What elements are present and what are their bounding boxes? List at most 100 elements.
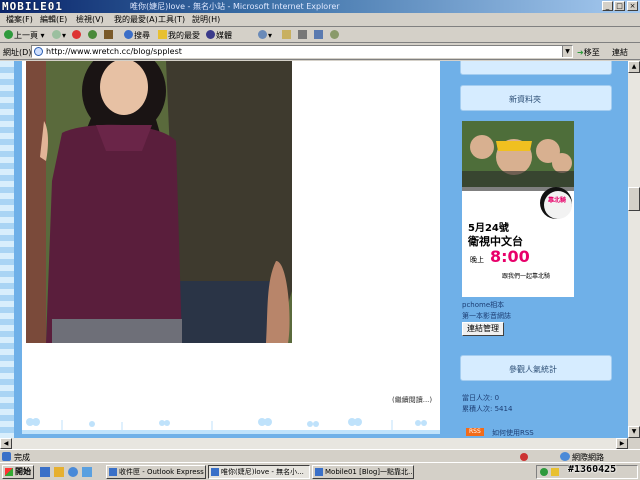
rss-help-link[interactable]: 如何使用RSS — [492, 428, 534, 438]
popup-blocked-icon — [520, 453, 528, 461]
sidebar-header-top — [460, 61, 612, 75]
mail-icon — [282, 30, 291, 39]
promo-badge: 靠北騎 — [548, 197, 567, 204]
decorative-edge-strip — [0, 61, 14, 438]
visitor-stats-title: 參觀人氣統計 — [509, 365, 557, 374]
new-folder-title: 新資料夾 — [509, 95, 541, 104]
link-manage-button[interactable]: 連結管理 — [462, 322, 504, 336]
stop-icon — [72, 30, 81, 39]
quicklaunch-desktop-icon[interactable] — [40, 467, 50, 477]
refresh-button[interactable] — [88, 30, 98, 40]
quicklaunch-folder-icon[interactable] — [54, 467, 64, 477]
address-url: http://www.wretch.cc/blog/spplest — [46, 47, 182, 56]
start-button[interactable]: 開始 — [2, 465, 34, 479]
promo-time-prefix: 晚上 — [470, 256, 484, 264]
couple-photo-illustration — [26, 61, 292, 343]
forward-arrow-icon — [52, 30, 61, 39]
address-bar: 網址(D) http://www.wretch.cc/blog/spplest … — [0, 43, 640, 60]
tray-network-icon[interactable] — [540, 468, 548, 476]
tv-promo-banner[interactable]: 靠北騎 5月24號 衛視中文台 晚上 8:00 跟我們一起靠北騎 — [462, 121, 574, 297]
scroll-up-button[interactable]: ▲ — [628, 61, 640, 73]
history-button[interactable]: ▾ — [258, 30, 272, 40]
decorative-heart-border — [26, 418, 427, 430]
address-label: 網址(D) — [3, 48, 32, 57]
back-button[interactable]: 上一頁 ▾ — [4, 30, 45, 41]
search-icon — [124, 30, 133, 39]
edit-button[interactable] — [314, 30, 324, 40]
media-icon — [206, 30, 215, 39]
back-arrow-icon — [4, 30, 13, 39]
address-input[interactable]: http://www.wretch.cc/blog/spplest ▼ — [31, 45, 573, 58]
home-button[interactable] — [104, 30, 114, 40]
promo-tagline: 跟我們一起靠北騎 — [502, 273, 551, 280]
refresh-icon — [88, 30, 97, 39]
search-label: 搜尋 — [134, 31, 150, 40]
back-label: 上一頁 — [14, 31, 38, 40]
quicklaunch-ie-icon[interactable] — [68, 467, 78, 477]
scroll-left-button[interactable]: ◀ — [0, 438, 12, 449]
favorites-label: 我的最愛 — [168, 31, 200, 40]
image-id-watermark: #1360425 — [568, 464, 617, 475]
task-blog-window[interactable]: 唯你(婕尼)love - 無名小... — [208, 465, 310, 479]
forward-button[interactable]: ▾ — [52, 30, 66, 40]
print-button[interactable] — [298, 30, 308, 40]
total-visitors: 累積人次: 5414 — [462, 405, 513, 413]
new-folder-header: 新資料夾 — [460, 85, 612, 111]
visitor-stats-header: 參觀人氣統計 — [460, 355, 612, 381]
close-button[interactable]: × — [627, 1, 638, 11]
home-icon — [104, 30, 113, 39]
discuss-icon — [330, 30, 339, 39]
read-more-link[interactable]: (繼續閱讀...) — [392, 395, 432, 405]
menu-file[interactable]: 檔案(F) — [6, 14, 33, 25]
post-bottom-strip — [22, 430, 440, 434]
page-viewport[interactable]: (繼續閱讀...) 新資料夾 靠北騎 5月24號 衛視中文台 晚上 8:00 跟… — [0, 61, 628, 438]
internet-zone-icon — [560, 452, 570, 461]
go-arrow-icon: ➜ — [577, 48, 584, 57]
pchome-album-link[interactable]: pchome相本 — [462, 300, 504, 310]
minimize-button[interactable]: _ — [602, 1, 613, 11]
menu-help[interactable]: 說明(H) — [192, 14, 220, 25]
menu-bar: 檔案(F) 編輯(E) 檢視(V) 我的最愛(A) 工具(T) 說明(H) — [0, 13, 640, 27]
favorites-button[interactable]: 我的最愛 — [158, 30, 200, 41]
task-mobile01-blog[interactable]: Mobile01 [Blog]一點靠北... — [312, 465, 414, 479]
go-label: 移至 — [583, 48, 600, 57]
task-outlook-express[interactable]: 收件匣 - Outlook Express — [106, 465, 206, 479]
standard-toolbar: 上一頁 ▾ ▾ 搜尋 我的最愛 媒體 ▾ — [0, 27, 640, 43]
quicklaunch-outlook-icon[interactable] — [82, 467, 92, 477]
scroll-down-button[interactable]: ▼ — [628, 426, 640, 438]
menu-favorites[interactable]: 我的最愛(A) — [114, 14, 158, 25]
page-loaded-icon — [2, 452, 11, 461]
favorites-star-icon — [158, 30, 167, 39]
stop-button[interactable] — [72, 30, 82, 40]
address-dropdown-button[interactable]: ▼ — [562, 46, 572, 57]
status-bar: 完成 網際網路 — [0, 449, 640, 462]
menu-view[interactable]: 檢視(V) — [76, 14, 104, 25]
rss-badge[interactable]: RSS — [466, 428, 484, 436]
video-blog-link[interactable]: 第一本影音網誌 — [462, 311, 511, 321]
edit-icon — [314, 30, 323, 39]
post-photo[interactable] — [26, 61, 292, 343]
go-button[interactable]: ➜移至 — [577, 47, 600, 58]
scroll-right-button[interactable]: ▶ — [616, 438, 628, 449]
media-label: 媒體 — [216, 31, 232, 40]
window-title: 唯你(婕尼)love - 無名小站 - Microsoft Internet E… — [130, 2, 340, 11]
today-visitors: 當日人次: 0 — [462, 394, 500, 402]
search-button[interactable]: 搜尋 — [124, 30, 150, 41]
promo-time: 8:00 — [490, 247, 530, 266]
menu-tools[interactable]: 工具(T) — [158, 14, 185, 25]
page-icon — [34, 47, 43, 56]
menu-edit[interactable]: 編輯(E) — [40, 14, 67, 25]
blog-sidebar: 新資料夾 靠北騎 5月24號 衛視中文台 晚上 8:00 跟我們一起靠北騎 pc… — [440, 61, 628, 438]
vertical-scroll-thumb[interactable] — [628, 187, 640, 211]
discuss-button[interactable] — [330, 30, 340, 40]
horizontal-scrollbar[interactable]: ◀ ▶ — [0, 438, 628, 449]
promo-date: 5月24號 — [468, 223, 509, 234]
tray-volume-icon[interactable] — [551, 468, 559, 476]
mail-button[interactable] — [282, 30, 292, 40]
links-button[interactable]: 連結 — [612, 47, 628, 58]
vertical-scrollbar[interactable]: ▲ ▼ — [628, 61, 640, 438]
maximize-button[interactable]: □ — [614, 1, 625, 11]
media-button[interactable]: 媒體 — [206, 30, 232, 41]
history-icon — [258, 30, 267, 39]
window-title-bar[interactable]: MOBILE01 唯你(婕尼)love - 無名小站 - Microsoft I… — [0, 0, 640, 13]
